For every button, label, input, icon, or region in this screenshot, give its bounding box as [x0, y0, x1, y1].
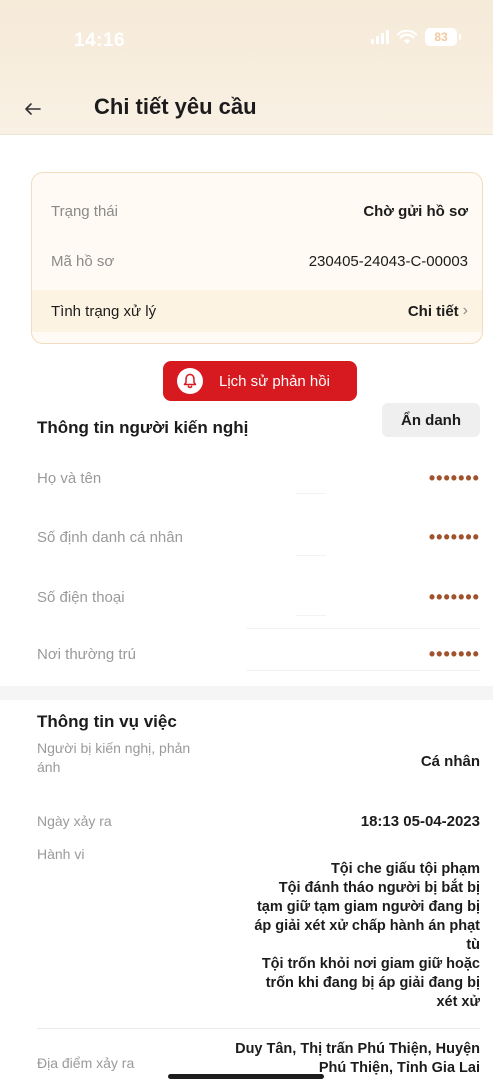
full-name-label: Họ và tên [37, 469, 102, 487]
behavior-item: Tội đánh tháo người bị bắt bị tạm giữ tạ… [254, 880, 480, 953]
case-row-date: Ngày xảy ra 18:13 05-04-2023 [37, 812, 480, 836]
status-time: 14:16 [74, 30, 126, 51]
state-label: Trạng thái [51, 202, 118, 220]
state-value: Chờ gửi hồ sơ [363, 202, 468, 220]
status-row-processing[interactable]: Tình trạng xử lý Chi tiết › [32, 290, 482, 332]
chevron-right-icon: › [462, 302, 468, 319]
behavior-item: Tội che giấu tội phạm [330, 861, 480, 877]
location-label: Địa điểm xảy ra [37, 1055, 135, 1071]
signal-icon [371, 30, 389, 44]
phone-masked-value: ••••••• [428, 586, 480, 607]
status-row-file-code: Mã hồ sơ 230405-24043-C-00003 [32, 241, 482, 281]
field-phone: Số điện thoại ••••••• [37, 582, 480, 612]
faint-divider [296, 555, 326, 556]
processing-label: Tình trạng xử lý [51, 302, 157, 320]
detail-link-label: Chi tiết [407, 302, 459, 320]
status-row-state: Trạng thái Chờ gửi hồ sơ [32, 191, 482, 231]
behavior-item: Tội trốn khỏi nơi giam giữ hoặc trốn khi… [261, 956, 480, 1010]
status-card: Trạng thái Chờ gửi hồ sơ Mã hồ sơ 230405… [31, 172, 483, 344]
section-divider [0, 686, 493, 700]
row-divider [37, 1028, 480, 1029]
residence-masked-value: ••••••• [428, 643, 480, 664]
case-row-accused: Người bị kiến nghị, phản ánh Cá nhân [37, 739, 480, 783]
accused-value: Cá nhân [420, 753, 480, 770]
behavior-label: Hành vi [37, 846, 85, 862]
personal-id-masked-value: ••••••• [428, 526, 480, 547]
personal-id-label: Số định danh cá nhân [37, 528, 183, 546]
petitioner-section-title: Thông tin người kiến nghị [37, 418, 249, 437]
case-section-title: Thông tin vụ việc [37, 712, 177, 731]
field-personal-id: Số định danh cá nhân ••••••• [37, 522, 480, 552]
wifi-icon [397, 29, 417, 45]
page-title: Chi tiết yêu cầu [94, 94, 257, 119]
status-icons: 83 [371, 28, 461, 46]
battery-icon: 83 [425, 28, 461, 46]
faint-divider [296, 615, 326, 616]
full-name-masked-value: ••••••• [428, 467, 480, 488]
home-indicator [168, 1074, 324, 1079]
residence-label: Nơi thường trú [37, 645, 136, 663]
feedback-history-label: Lịch sử phản hồi [219, 372, 330, 390]
faint-divider [296, 493, 326, 494]
field-full-name: Họ và tên ••••••• [37, 463, 480, 493]
processing-detail-link[interactable]: Chi tiết › [408, 302, 468, 320]
feedback-history-button[interactable]: Lịch sử phản hồi [163, 361, 357, 401]
behavior-list: Tội che giấu tội phạm Tội đánh tháo ngườ… [250, 860, 480, 1012]
accused-label: Người bị kiến nghị, phản ánh [37, 740, 191, 775]
status-bar: 14:16 83 [0, 0, 493, 84]
faint-divider [246, 670, 480, 671]
top-header-area: 14:16 83 Chi tiết yêu cầu [0, 0, 493, 135]
bell-icon [177, 368, 203, 394]
date-label: Ngày xảy ra [37, 813, 112, 829]
anonymous-badge: Ẩn danh [382, 403, 480, 437]
phone-label: Số điện thoại [37, 588, 125, 606]
back-arrow-icon[interactable] [20, 96, 46, 122]
date-value: 18:13 05-04-2023 [360, 813, 480, 830]
file-code-value: 230405-24043-C-00003 [308, 252, 468, 270]
location-value: Duy Tân, Thị trấn Phú Thiện, Huyện Phú T… [235, 1041, 480, 1076]
app-header: Chi tiết yêu cầu [0, 84, 493, 134]
faint-divider [246, 628, 480, 629]
field-residence: Nơi thường trú ••••••• [37, 639, 480, 669]
file-code-label: Mã hồ sơ [51, 252, 115, 270]
